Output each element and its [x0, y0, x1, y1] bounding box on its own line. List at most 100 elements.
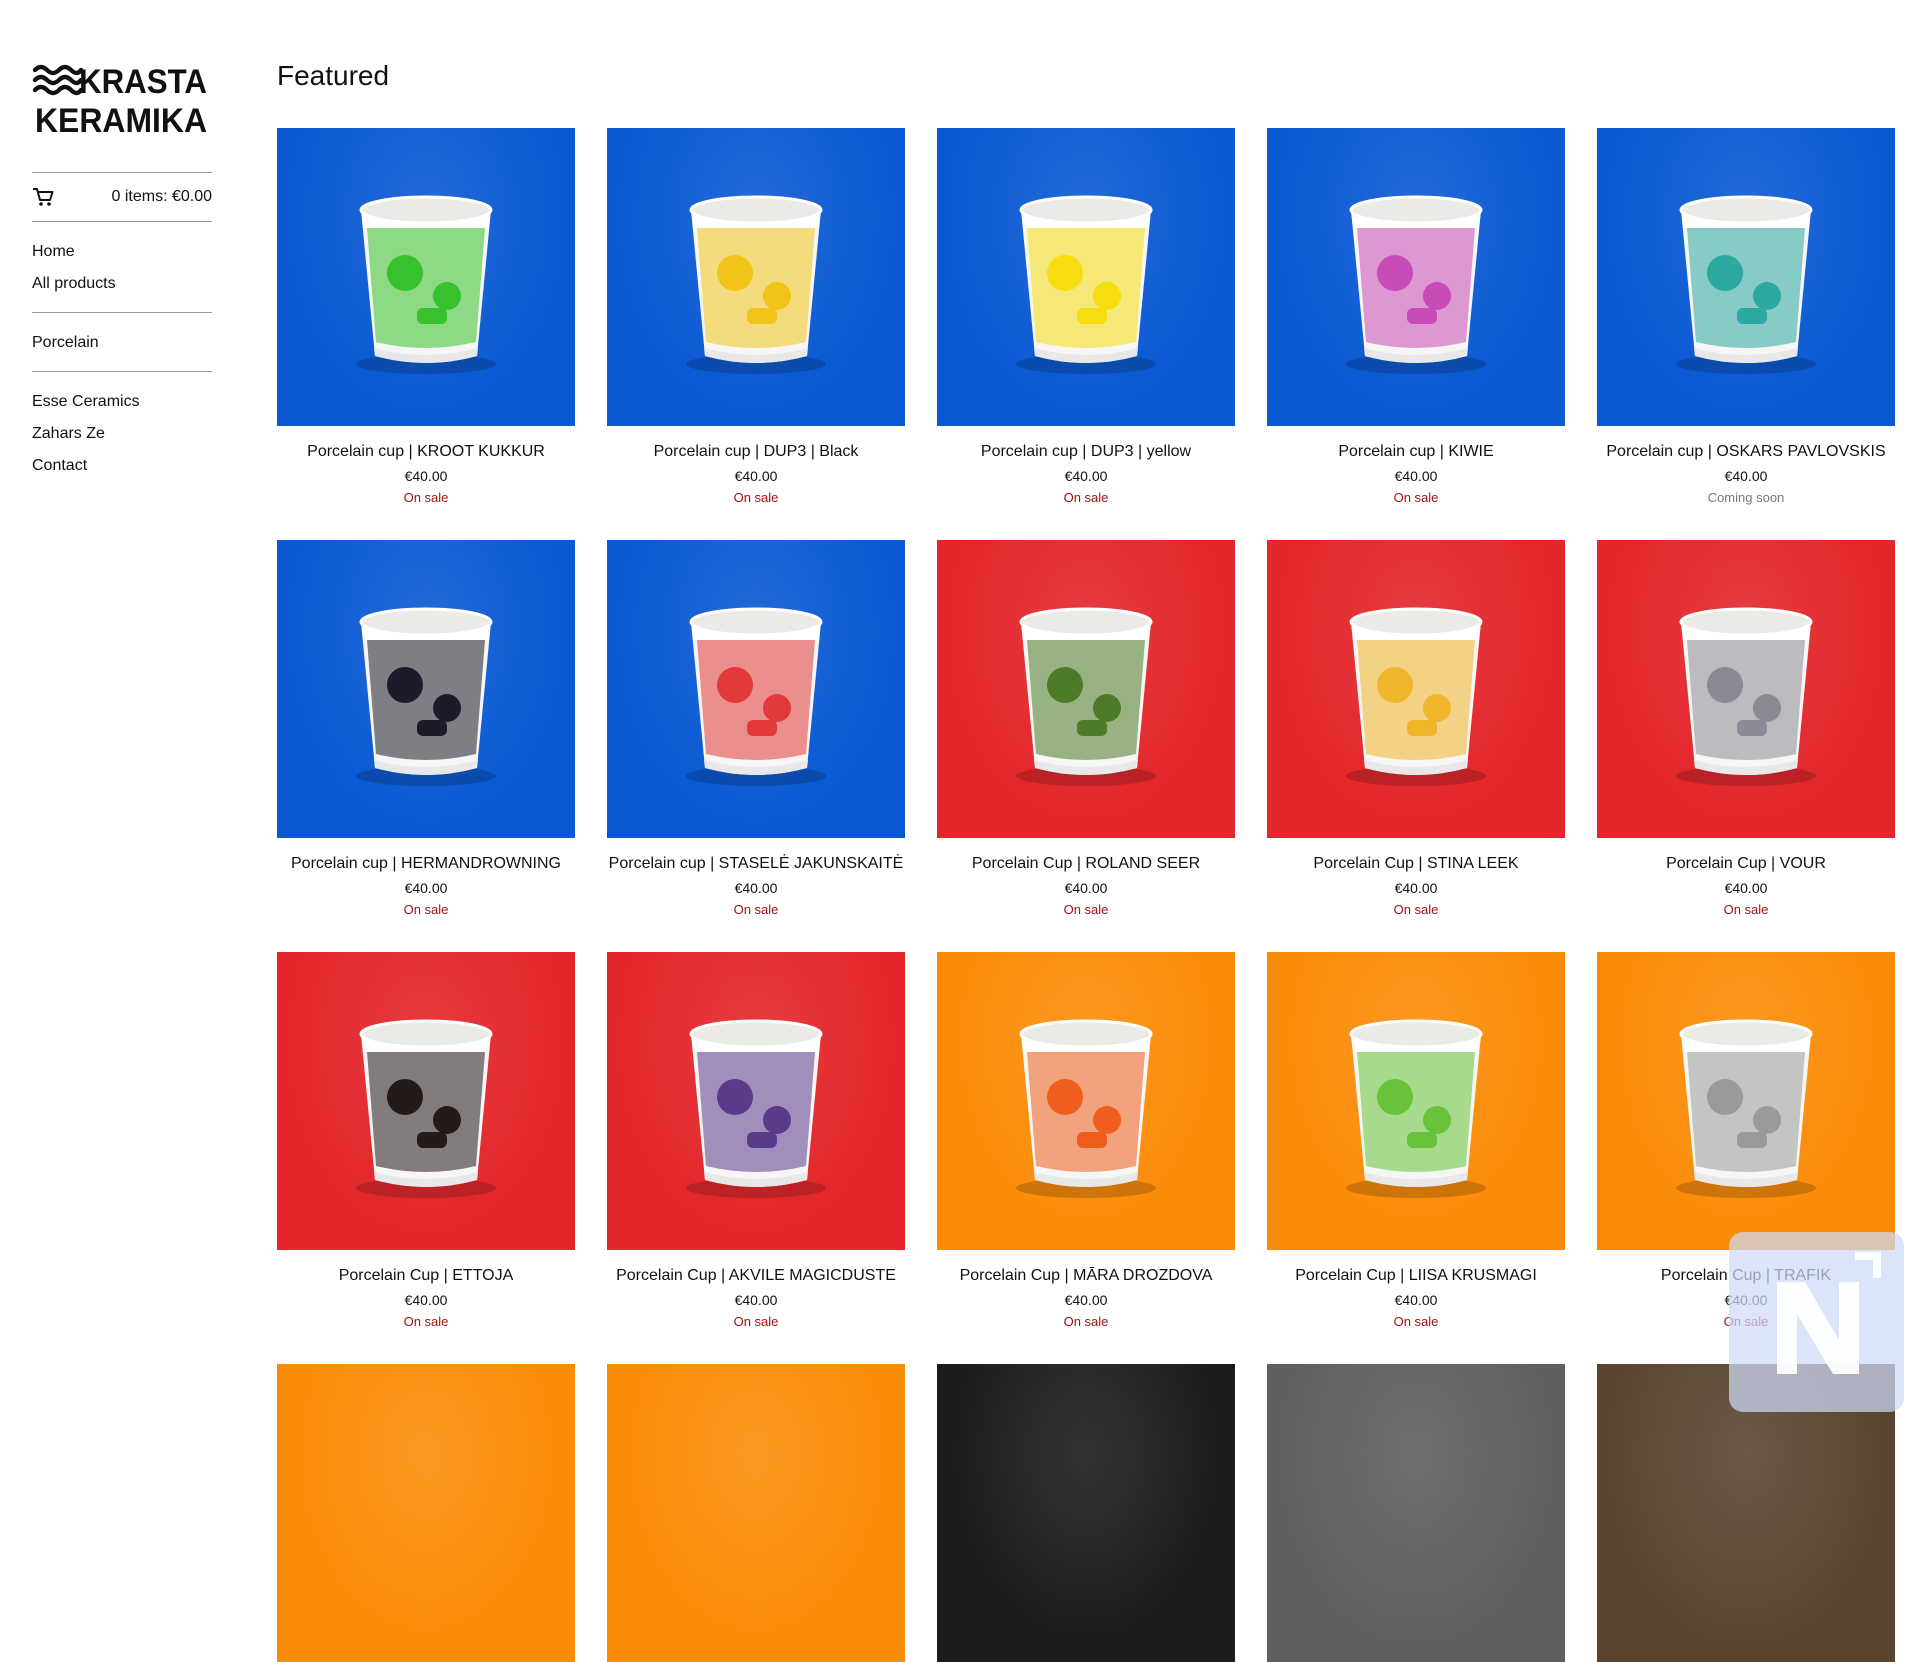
page-title: Featured	[277, 60, 390, 91]
cup-illustration	[686, 195, 826, 374]
product-card[interactable]: Porcelain Cup | STINA LEEK €40.00 On sale	[1267, 540, 1565, 918]
product-image[interactable]	[607, 1364, 905, 1662]
product-card[interactable]: Porcelain cup | OSKARS PAVLOVSKIS €40.00 C…	[1597, 128, 1895, 506]
product-image[interactable]	[277, 540, 575, 838]
nav-porcelain[interactable]: Porcelain	[32, 327, 212, 359]
product-title[interactable]: Porcelain Cup | MĀRA DROZDOVA	[937, 1266, 1235, 1286]
product-image[interactable]	[937, 540, 1235, 838]
product-card[interactable]: Porcelain Cup | ROLAND SEER €40.00 On sale	[937, 540, 1235, 918]
product-image[interactable]	[937, 1364, 1235, 1662]
product-title[interactable]: Porcelain cup | DUP3 | yellow	[937, 442, 1235, 462]
nav-esse-ceramics[interactable]: Esse Ceramics	[32, 386, 212, 418]
brand-logo[interactable]: KRASTA KERAMIKA	[32, 62, 210, 136]
product-image[interactable]	[1267, 128, 1565, 426]
product-image[interactable]	[937, 952, 1235, 1250]
product-status: On sale	[1393, 490, 1439, 505]
product-price: €40.00	[404, 1292, 448, 1308]
nav-zahars-ze[interactable]: Zahars Ze	[32, 418, 212, 450]
product-price: €40.00	[1064, 468, 1108, 484]
product-card[interactable]: Porcelain cup | DUP3 | Black €40.00 On sal…	[607, 128, 905, 506]
product-price: €40.00	[1724, 468, 1768, 484]
product-price: €40.00	[404, 880, 448, 896]
nav-home[interactable]: Home	[32, 236, 212, 268]
product-title[interactable]: Porcelain cup | OSKARS PAVLOVSKIS	[1597, 442, 1895, 462]
product-price: €40.00	[734, 1292, 778, 1308]
product-title[interactable]: Porcelain Cup | AKVILE MAGICDUSTE	[607, 1266, 905, 1286]
cup-illustration	[1016, 1019, 1156, 1198]
cart-summary[interactable]: 0 items: €0.00	[32, 173, 212, 221]
product-image[interactable]	[1597, 128, 1895, 426]
product-status: On sale	[1393, 1314, 1439, 1329]
product-card[interactable]	[937, 1364, 1235, 1662]
product-image[interactable]	[277, 952, 575, 1250]
product-image[interactable]	[277, 1364, 575, 1662]
product-status: On sale	[1063, 490, 1109, 505]
product-price: €40.00	[734, 468, 778, 484]
product-card[interactable]: Porcelain cup | DUP3 | yellow €40.00 On sa…	[937, 128, 1235, 506]
product-card[interactable]: Porcelain cup | KROOT KUKKUR €40.00 On sal…	[277, 128, 575, 506]
product-image[interactable]	[937, 128, 1235, 426]
product-title[interactable]: Porcelain Cup | VOUR	[1597, 854, 1895, 874]
product-image[interactable]	[607, 128, 905, 426]
product-card[interactable]	[607, 1364, 905, 1662]
cup-illustration	[686, 1019, 826, 1198]
sidebar: KRASTA KERAMIKA 0 items: €0.00 Home All …	[32, 62, 212, 494]
cup-illustration	[356, 1019, 496, 1198]
product-price: €40.00	[1064, 880, 1108, 896]
cup-illustration	[356, 195, 496, 374]
product-image[interactable]	[1597, 540, 1895, 838]
product-status: On sale	[1723, 902, 1769, 917]
product-title[interactable]: Porcelain cup | KROOT KUKKUR	[277, 442, 575, 462]
cup-illustration	[1346, 195, 1486, 374]
product-image[interactable]	[1267, 952, 1565, 1250]
product-image[interactable]	[607, 540, 905, 838]
product-title[interactable]: Porcelain cup | DUP3 | Black	[607, 442, 905, 462]
product-card[interactable]: Porcelain cup | HERMANDROWNING €40.00 On s…	[277, 540, 575, 918]
product-title[interactable]: Porcelain Cup | ROLAND SEER	[937, 854, 1235, 874]
product-status: On sale	[403, 1314, 449, 1329]
product-status: On sale	[403, 490, 449, 505]
product-image[interactable]	[607, 952, 905, 1250]
product-title[interactable]: Porcelain cup | STASELĖ JAKUNSKAITĖ	[607, 854, 905, 874]
cart-summary-text[interactable]: 0 items: €0.00	[112, 188, 213, 206]
product-status: On sale	[733, 490, 779, 505]
product-title[interactable]: Porcelain Cup | ETTOJA	[277, 1266, 575, 1286]
product-card[interactable]: Porcelain Cup | ETTOJA €40.00 On sale	[277, 952, 575, 1330]
product-card[interactable]: Porcelain Cup | LIISA KRUSMAGI €40.00 On s…	[1267, 952, 1565, 1330]
wave-icon	[32, 64, 84, 96]
product-status: On sale	[1393, 902, 1439, 917]
cup-illustration	[356, 607, 496, 786]
product-title[interactable]: Porcelain cup | KIWIE	[1267, 442, 1565, 462]
product-status: On sale	[733, 902, 779, 917]
product-card[interactable]: Porcelain cup | STASELĖ JAKUNSKAITĖ €40.0…	[607, 540, 905, 918]
product-title[interactable]: Porcelain Cup | STINA LEEK	[1267, 854, 1565, 874]
nav-contact[interactable]: Contact	[32, 450, 212, 482]
product-image[interactable]	[1267, 1364, 1565, 1662]
product-image[interactable]	[1597, 952, 1895, 1250]
product-title[interactable]: Porcelain Cup | LIISA KRUSMAGI	[1267, 1266, 1565, 1286]
category-nav: Porcelain	[32, 313, 212, 371]
product-card[interactable]: Porcelain Cup | VOUR €40.00 On sale	[1597, 540, 1895, 918]
product-status: On sale	[403, 902, 449, 917]
cup-illustration	[1016, 607, 1156, 786]
product-price: €40.00	[1394, 468, 1438, 484]
product-card[interactable]	[277, 1364, 575, 1662]
brand-name-line2: KERAMIKA	[35, 102, 207, 136]
product-price: €40.00	[404, 468, 448, 484]
nav-all-products[interactable]: All products	[32, 268, 212, 300]
cup-illustration	[1676, 607, 1816, 786]
product-image[interactable]	[277, 128, 575, 426]
product-price: €40.00	[1394, 880, 1438, 896]
product-card[interactable]	[1267, 1364, 1565, 1662]
product-card[interactable]: Porcelain Cup | AKVILE MAGICDUSTE €40.00 O…	[607, 952, 905, 1330]
cup-illustration	[1676, 1019, 1816, 1198]
product-card[interactable]: Porcelain cup | KIWIE €40.00 On sale	[1267, 128, 1565, 506]
product-image[interactable]	[1267, 540, 1565, 838]
product-card[interactable]: Porcelain Cup | MĀRA DROZDOVA €40.00 On sa…	[937, 952, 1235, 1330]
cup-illustration	[686, 607, 826, 786]
product-title[interactable]: Porcelain cup | HERMANDROWNING	[277, 854, 575, 874]
product-status: Coming soon	[1707, 490, 1785, 505]
product-price: €40.00	[1394, 1292, 1438, 1308]
pages-nav: Esse Ceramics Zahars Ze Contact	[32, 372, 212, 494]
product-price: €40.00	[1064, 1292, 1108, 1308]
